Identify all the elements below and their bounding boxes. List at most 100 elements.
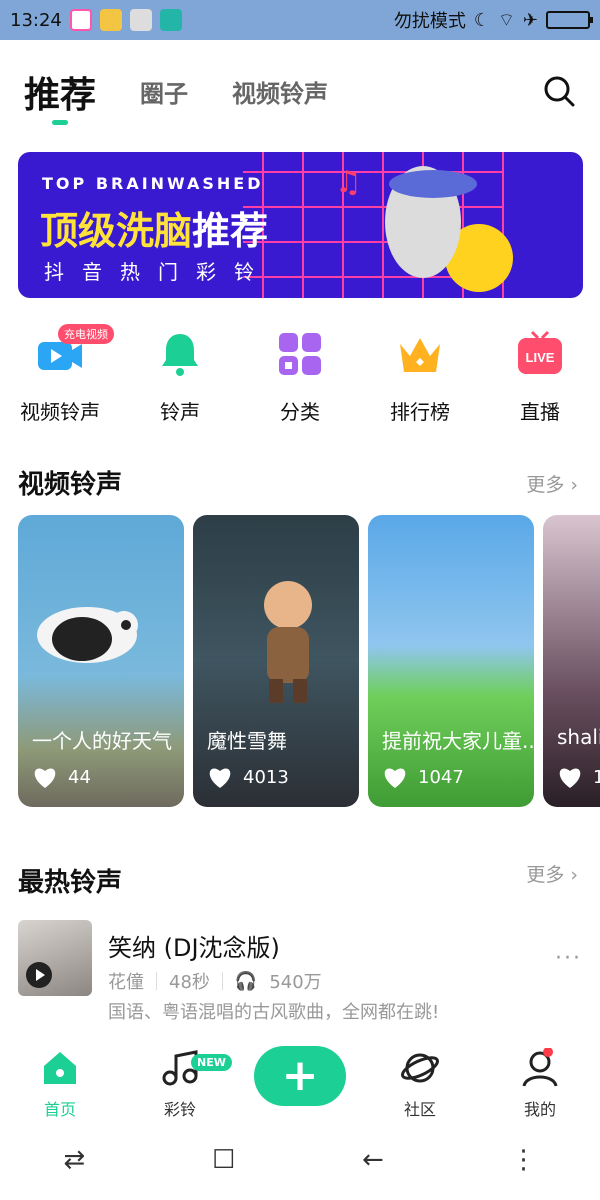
heart-icon: [209, 768, 231, 788]
bottom-tab-bar: 首页 NEW 彩铃 + 社区 我的: [0, 1040, 600, 1120]
category-ringtone[interactable]: 铃声: [125, 330, 235, 430]
tab-mine[interactable]: 我的: [495, 1048, 585, 1120]
video-card[interactable]: 一个人的好天气 44: [18, 515, 184, 807]
usb-icon: [159, 9, 182, 31]
banner-cn-title: 顶级洗脑推荐: [40, 200, 268, 255]
more-options-icon[interactable]: ···: [555, 946, 582, 971]
promo-banner[interactable]: ♫ TOP BRAINWASHED 顶级洗脑推荐 抖音热门彩铃: [18, 152, 583, 298]
home-square-icon[interactable]: ☐: [212, 1145, 235, 1175]
moon-icon: ☾: [473, 9, 490, 31]
more-link-video[interactable]: 更多 ›: [526, 470, 578, 497]
banner-en-title: TOP BRAINWASHED: [42, 174, 264, 193]
likes-count: 4013: [243, 766, 289, 788]
category-label: 分类: [280, 400, 320, 424]
tab-home[interactable]: 首页: [15, 1048, 105, 1120]
video-card-title: 魔性雪舞: [207, 729, 287, 753]
play-icon[interactable]: [26, 962, 52, 988]
category-label: 直播: [520, 400, 560, 424]
tab-label: 彩铃: [163, 1100, 196, 1119]
status-time: 13:24: [10, 9, 62, 31]
heart-icon: [384, 768, 406, 788]
category-live[interactable]: LIVE 直播: [485, 330, 595, 430]
tab-video-ringtone[interactable]: 视频铃声: [232, 60, 328, 109]
menu-icon[interactable]: ⋮: [511, 1145, 537, 1175]
tab-circle[interactable]: 圈子: [140, 60, 188, 109]
folder-icon: [99, 9, 122, 31]
live-icon: LIVE: [516, 330, 564, 378]
song-duration: 48秒: [169, 972, 210, 993]
character-graphic: [264, 581, 312, 703]
banner-subtitle: 抖音热门彩铃: [44, 260, 272, 284]
broom-icon: [129, 9, 152, 31]
video-card-title: 一个人的好天气: [32, 729, 172, 753]
video-card[interactable]: 提前祝大家儿童... 1047: [368, 515, 534, 807]
tab-label: 我的: [523, 1100, 556, 1119]
tab-caling[interactable]: NEW 彩铃: [135, 1048, 232, 1120]
likes-count: 44: [68, 766, 91, 788]
song-description: 国语、粤语混唱的古风歌曲，全网都在跳!: [108, 1002, 440, 1023]
heart-icon: [559, 768, 581, 788]
back-icon[interactable]: ←: [362, 1145, 384, 1175]
wifi-icon: ⌔: [497, 9, 515, 31]
tab-community[interactable]: 社区: [375, 1048, 465, 1120]
grid-icon: [276, 330, 324, 378]
category-ranking[interactable]: 排行榜: [365, 330, 475, 430]
category-row: 充电视频 视频铃声 铃声 分类 排行榜 LIVE 直播: [0, 324, 600, 430]
tab-label: 社区: [403, 1100, 436, 1119]
banner-title-yellow: 顶级洗脑: [40, 209, 193, 253]
bell-icon: [156, 330, 204, 378]
tab-create[interactable]: +: [254, 1046, 346, 1120]
video-card-list: 一个人的好天气 44 魔性雪舞 4013 提前祝大家儿童... 1047 sha…: [18, 515, 600, 807]
video-card-likes: 1: [557, 765, 600, 789]
svg-text:♫: ♫: [335, 165, 362, 200]
headphones-icon: 🎧: [234, 970, 258, 992]
song-artist: 花僮: [108, 972, 144, 993]
battery-icon: [546, 11, 593, 29]
crown-icon: [396, 330, 444, 378]
section-title-video: 视频铃声: [18, 470, 123, 500]
new-badge: NEW: [191, 1054, 232, 1071]
banner-grid-graphic: ♫: [243, 152, 513, 298]
song-meta: 花僮 48秒 🎧 540万: [108, 968, 322, 994]
tab-recommend[interactable]: 推荐: [24, 60, 96, 125]
category-badge: 充电视频: [58, 324, 114, 344]
category-label: 视频铃声: [20, 400, 100, 424]
video-card-title: 提前祝大家儿童...: [382, 729, 534, 753]
divider: [156, 972, 157, 990]
video-card-title: shali: [557, 725, 600, 749]
category-classify[interactable]: 分类: [245, 330, 355, 430]
video-icon: 充电视频: [36, 324, 114, 378]
dnd-text: 勿扰模式: [393, 11, 466, 32]
divider: [221, 972, 223, 990]
likes-count: 1047: [418, 766, 464, 788]
search-icon[interactable]: [542, 74, 576, 108]
plus-icon: +: [281, 1050, 319, 1101]
panda-graphic: [37, 607, 138, 663]
profile-icon: [522, 1048, 558, 1087]
home-icon: [44, 1052, 76, 1084]
tab-label: 首页: [43, 1100, 76, 1119]
video-card-likes: 4013: [207, 765, 289, 789]
song-name: 笑纳 (DJ沈念版): [108, 934, 280, 962]
song-plays: 540万: [269, 972, 322, 993]
banner-title-white: 推荐: [192, 209, 269, 253]
heart-icon: [34, 768, 56, 788]
app-notification-icon: [69, 9, 92, 31]
category-label: 排行榜: [390, 400, 450, 424]
svg-text:LIVE: LIVE: [526, 350, 555, 365]
plus-button[interactable]: +: [254, 1046, 346, 1106]
status-bar: 13:24 勿扰模式 ☾ ⌔ ✈: [0, 0, 600, 40]
video-card-likes: 1047: [382, 765, 464, 789]
airplane-icon: ✈: [522, 9, 538, 31]
category-video-ringtone[interactable]: 充电视频 视频铃声: [5, 324, 115, 430]
song-cover[interactable]: [18, 920, 92, 996]
video-card[interactable]: shali 1: [543, 515, 600, 807]
video-card[interactable]: 魔性雪舞 4013: [193, 515, 359, 807]
more-link-hot[interactable]: 更多 ›: [526, 860, 578, 887]
category-label: 铃声: [160, 400, 200, 424]
planet-icon: [401, 1053, 439, 1083]
system-nav-bar: ⇄ ☐ ← ⋮: [0, 1130, 600, 1190]
song-item[interactable]: 笑纳 (DJ沈念版) 花僮 48秒 🎧 540万 国语、粤语混唱的古风歌曲，全网…: [18, 920, 582, 1023]
switch-apps-icon[interactable]: ⇄: [63, 1145, 85, 1175]
top-nav: 推荐 圈子 视频铃声: [24, 60, 576, 130]
